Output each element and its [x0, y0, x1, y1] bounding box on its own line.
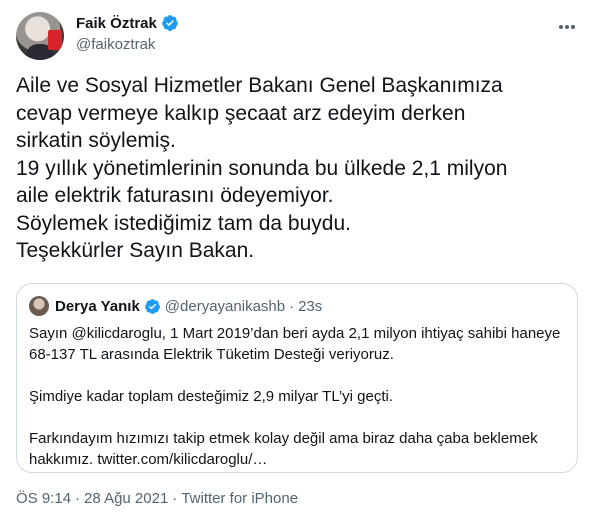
author-names: Faik Öztrak @faikoztrak	[76, 14, 179, 53]
tweet-header: Faik Öztrak @faikoztrak	[16, 12, 578, 60]
author-handle[interactable]: @faikoztrak	[76, 36, 179, 53]
verified-badge-icon	[144, 298, 160, 314]
quoted-separator: ·	[289, 297, 295, 315]
more-options-icon[interactable]	[556, 16, 578, 38]
quoted-author-display-name: Derya Yanık	[55, 297, 140, 315]
tweet-line: cevap vermeye kalkıp şecaat arz edeyim d…	[16, 101, 466, 125]
quoted-tweet[interactable]: Derya Yanık @deryayanikashb · 23s Sayın …	[16, 283, 578, 473]
quoted-author-handle: @deryayanikashb	[164, 297, 286, 315]
quoted-timestamp: 23s	[298, 297, 323, 315]
quoted-line: Farkındayım hızımızı takip etmek kolay d…	[29, 430, 538, 447]
author-display-name[interactable]: Faik Öztrak	[76, 15, 157, 32]
tweet-line: Söylemek istediğimiz tam da buydu.	[16, 211, 351, 235]
meta-separator: ·	[172, 490, 178, 507]
tweet-line: aile elektrik faturasını ödeyemiyor.	[16, 184, 334, 207]
tweet-line: Aile ve Sosyal Hizmetler Bakanı Genel Ba…	[16, 74, 503, 97]
tweet-line: 19 yıllık yönetimlerinin sonunda bu ülke…	[16, 156, 508, 180]
tweet-line: sirkatin söylemiş.	[16, 129, 176, 152]
quoted-author-avatar	[29, 296, 49, 316]
tweet-source[interactable]: Twitter for iPhone	[181, 490, 298, 507]
tweet-metadata: ÖS 9:14 · 28 Ağu 2021 · Twitter for iPhone	[16, 490, 298, 507]
author-avatar[interactable]	[16, 12, 64, 60]
tweet-text: Aile ve Sosyal Hizmetler Bakanı Genel Ba…	[16, 72, 576, 265]
author-display-name-row[interactable]: Faik Öztrak	[76, 14, 179, 32]
quoted-line: Şimdiye kadar toplam desteğimiz 2,9 mily…	[29, 388, 394, 405]
quoted-line: hakkımız. twitter.com/kilicdaroglu/…	[29, 451, 268, 468]
tweet-line: Teşekkürler Sayın Bakan.	[16, 239, 255, 262]
quoted-tweet-header: Derya Yanık @deryayanikashb · 23s	[29, 296, 565, 316]
tweet-time[interactable]: ÖS 9:14	[16, 490, 71, 507]
meta-separator: ·	[75, 490, 81, 507]
tweet-date[interactable]: 28 Ağu 2021	[84, 490, 168, 507]
quoted-line: Sayın @kilicdaroglu, 1 Mart 2019’dan ber…	[29, 325, 561, 342]
quoted-line: 68-137 TL arasında Elektrik Tüketim Dest…	[29, 346, 394, 363]
quoted-tweet-body: Sayın @kilicdaroglu, 1 Mart 2019’dan ber…	[29, 323, 565, 470]
verified-badge-icon	[161, 15, 178, 31]
